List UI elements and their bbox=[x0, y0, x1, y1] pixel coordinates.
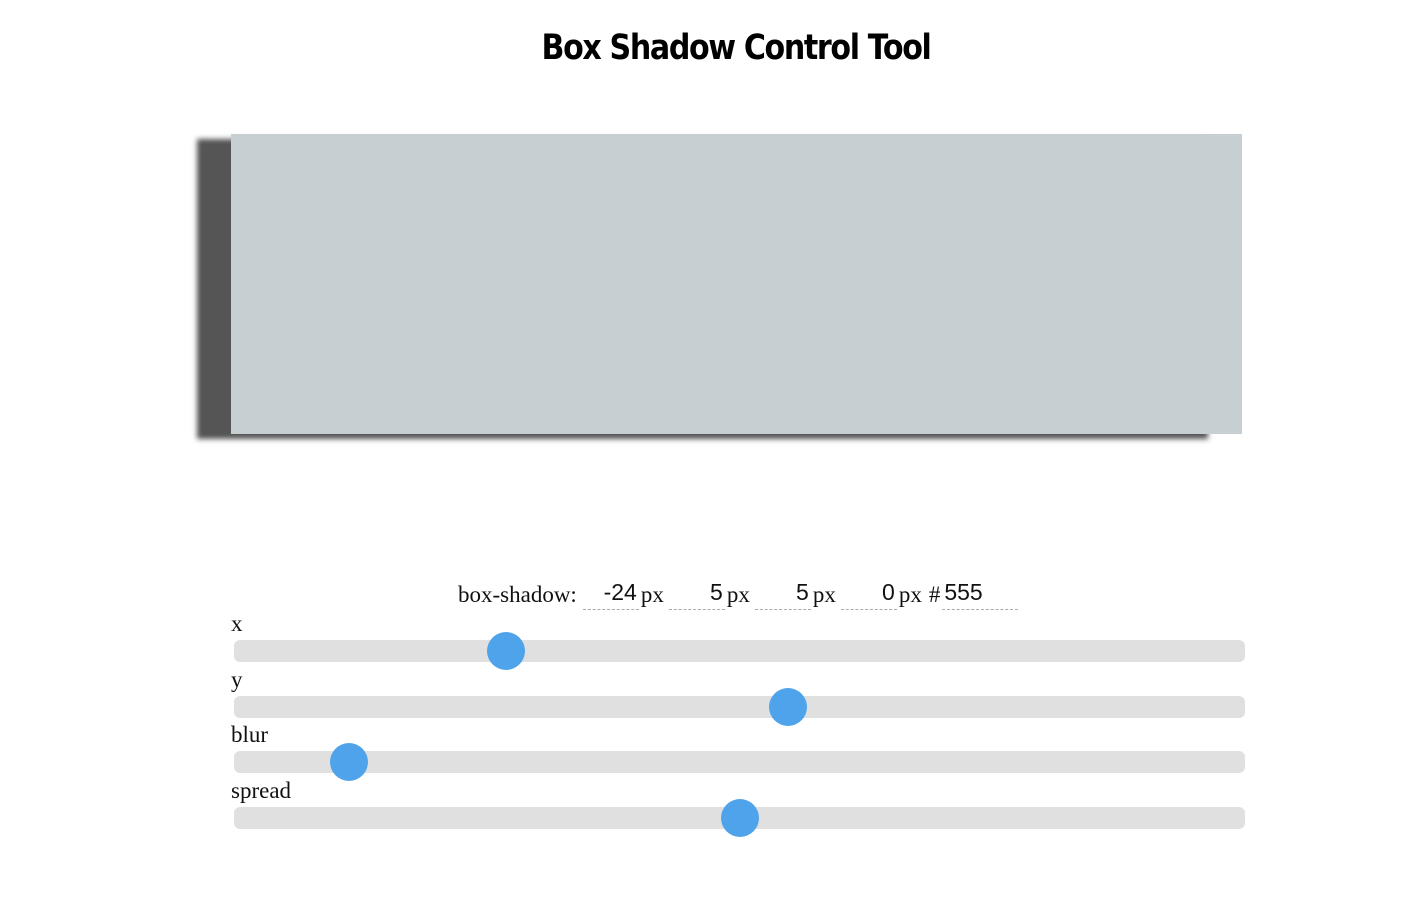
blur-unit-label: px bbox=[812, 582, 836, 607]
page-title: Box Shadow Control Tool bbox=[541, 28, 932, 68]
x-slider[interactable] bbox=[234, 632, 1245, 670]
x-unit-label: px bbox=[640, 582, 664, 607]
spread-slider-thumb[interactable] bbox=[720, 799, 759, 837]
y-slider-label: y bbox=[231, 667, 243, 692]
x-slider-label: x bbox=[231, 611, 243, 636]
blur-slider-label: blur bbox=[231, 722, 269, 747]
spread-slider-label: spread bbox=[231, 778, 292, 803]
spread-unit-label: px bbox=[898, 582, 922, 607]
box-shadow-label: box-shadow: bbox=[458, 582, 577, 607]
hash-symbol: # bbox=[928, 582, 941, 607]
shadow-preview-box bbox=[231, 134, 1242, 434]
y-slider[interactable] bbox=[234, 688, 1245, 726]
spread-slider[interactable] bbox=[234, 799, 1245, 837]
y-slider-thumb[interactable] bbox=[769, 688, 808, 726]
spread-input[interactable] bbox=[840, 579, 897, 610]
x-offset-input[interactable] bbox=[582, 579, 639, 610]
blur-input[interactable] bbox=[754, 579, 811, 610]
blur-slider[interactable] bbox=[234, 743, 1245, 781]
x-slider-thumb[interactable] bbox=[486, 632, 525, 670]
shadow-color-input[interactable] bbox=[942, 579, 1019, 610]
box-shadow-code-line: box-shadow: px px px px # bbox=[458, 576, 1019, 610]
y-unit-label: px bbox=[726, 582, 750, 607]
blur-slider-thumb[interactable] bbox=[330, 743, 369, 781]
y-offset-input[interactable] bbox=[668, 579, 725, 610]
